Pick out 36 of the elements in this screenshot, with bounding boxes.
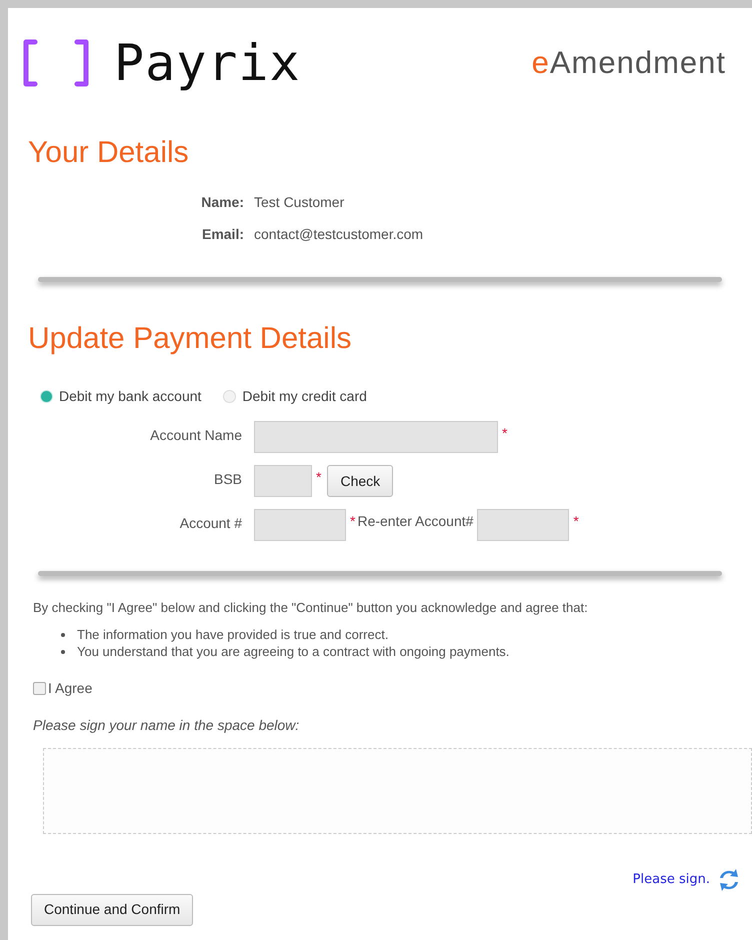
sign-status: Please sign. [632, 870, 710, 889]
field-label: Account Name [149, 426, 242, 445]
required-mark: * [350, 512, 356, 531]
radio-button[interactable] [40, 390, 53, 403]
field-label: Email: [200, 225, 244, 244]
check-button[interactable]: Check [327, 465, 394, 497]
section-heading: Update Payment Details [28, 324, 352, 354]
input-field[interactable] [477, 509, 570, 541]
bullet-icon [61, 650, 65, 654]
radio-option[interactable]: Debit my bank account [40, 386, 202, 407]
field-label: Account # [178, 514, 242, 533]
agreement-point: You understand that you are agreeing to a contract with ongoing payments. [77, 642, 510, 660]
required-mark: * [573, 512, 579, 531]
sign-prompt: Please sign your name in the space below: [33, 716, 300, 735]
input-field[interactable] [254, 421, 498, 453]
radio-option[interactable]: Debit my credit card [223, 386, 367, 407]
input-field[interactable] [254, 465, 312, 497]
agree-checkbox[interactable]: I Agree [33, 678, 752, 698]
checkbox[interactable] [33, 682, 46, 694]
continue-button[interactable]: Continue and Confirm [31, 894, 194, 926]
agreement-point: The information you have provided is true and correct. [77, 626, 388, 642]
agreement-text: By checking "I Agree" below and clicking the "Continue" button you acknowledge and agree that: [33, 599, 589, 617]
bullet-icon [61, 632, 65, 636]
required-mark: * [316, 468, 322, 487]
field-label: Re-enter Account# [357, 512, 474, 531]
page-title: eAmendment [532, 44, 726, 82]
input-field[interactable] [254, 509, 346, 541]
field-label: BSB [212, 470, 242, 489]
section-heading: Your Details [28, 138, 190, 168]
radio-button[interactable] [223, 390, 236, 403]
brand-name: Payrix [114, 38, 301, 88]
signature-pad[interactable] [43, 748, 752, 834]
field-value: Test Customer [254, 193, 346, 212]
field-value: contact@testcustomer.com [254, 225, 424, 244]
field-label: Name: [200, 193, 244, 212]
required-mark: * [502, 424, 508, 443]
